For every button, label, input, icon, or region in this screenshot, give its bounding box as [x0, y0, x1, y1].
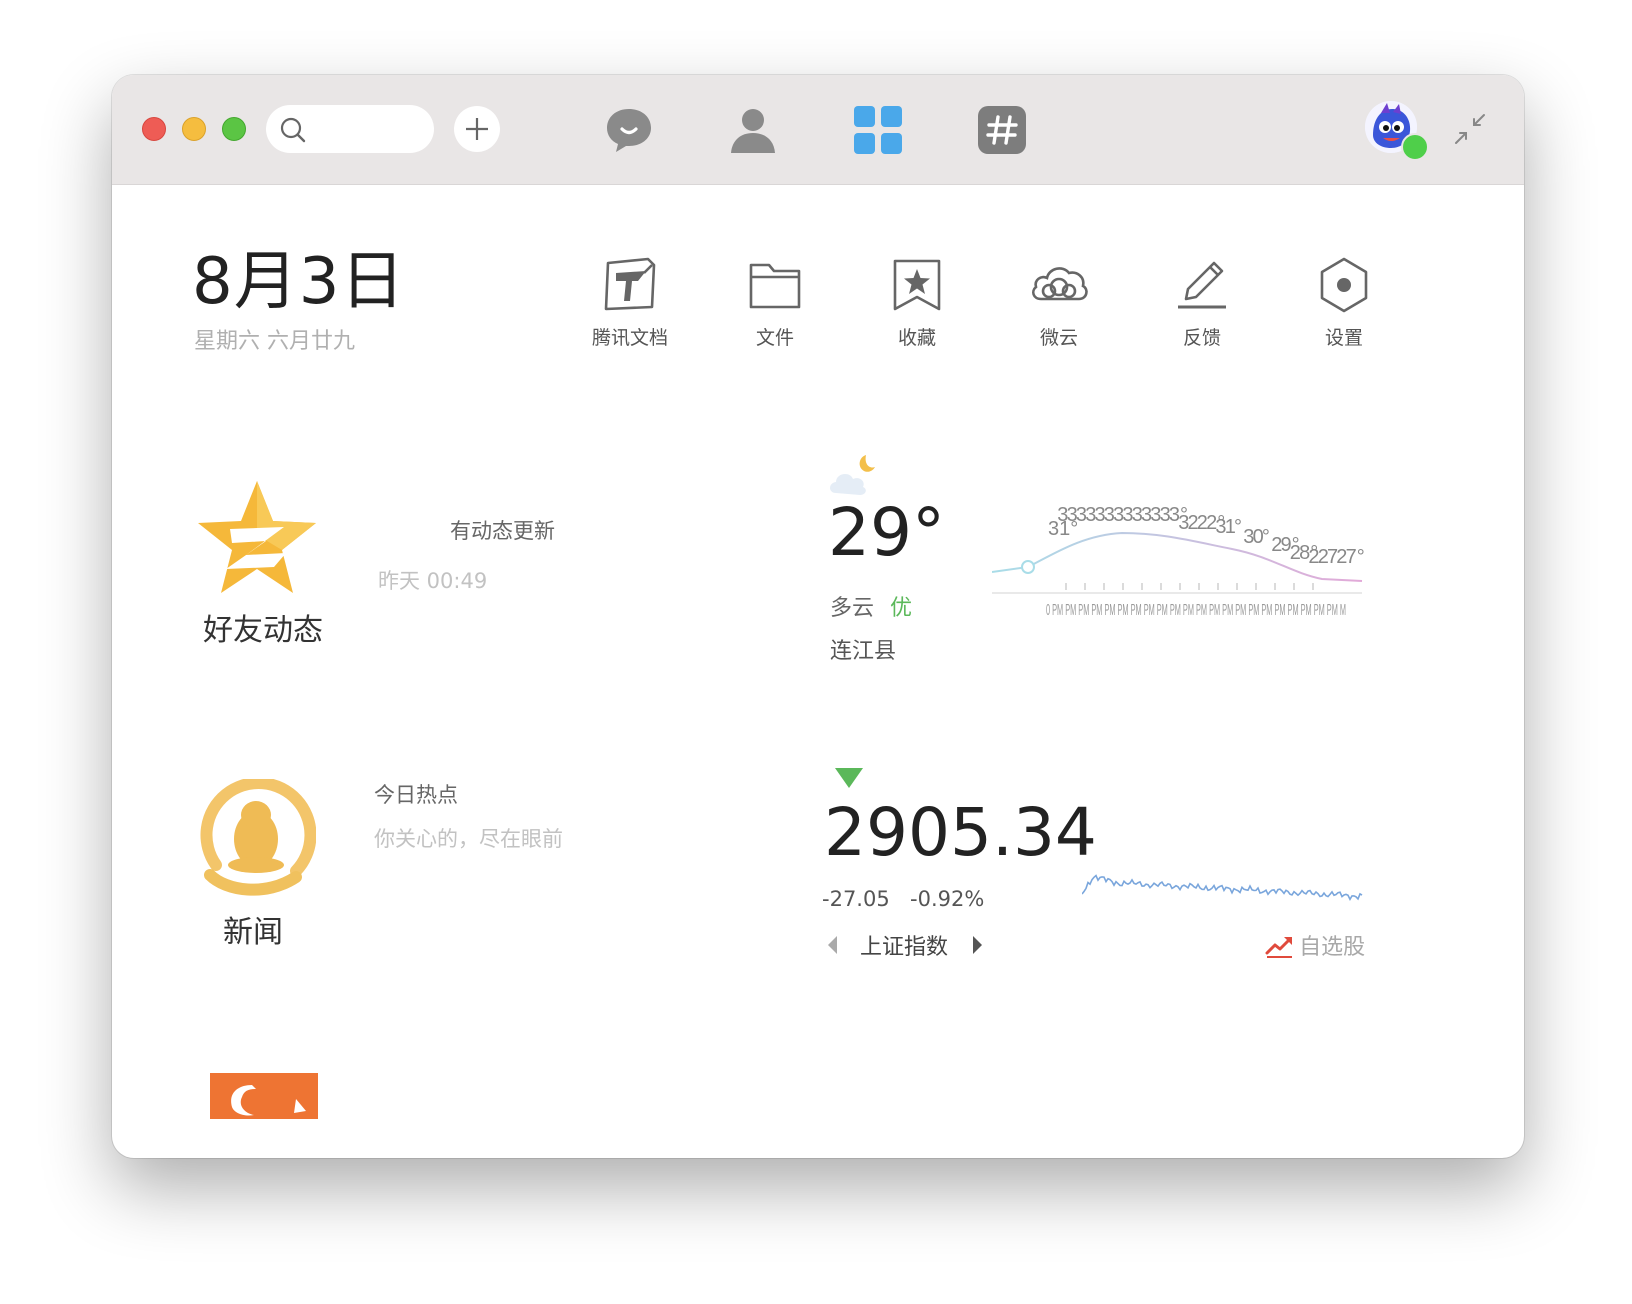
favorites-star-icon [893, 259, 941, 311]
search-box[interactable] [266, 105, 434, 153]
online-status-badge [1401, 133, 1429, 161]
apps-panel: 8月3日 星期六 六月廿九 腾讯文档 文件 收藏 微云 反馈 设置 好友动态 有… [112, 185, 1524, 1158]
qq-window: 8月3日 星期六 六月廿九 腾讯文档 文件 收藏 微云 反馈 设置 好友动态 有… [112, 75, 1524, 1158]
tool-label: 设置 [1324, 327, 1363, 349]
third-app-icon[interactable] [210, 1073, 318, 1119]
date-heading: 8月3日 [192, 245, 406, 319]
search-input[interactable] [314, 113, 428, 147]
qzone-star-icon [198, 481, 316, 593]
avatar[interactable] [1365, 101, 1429, 161]
down-trend-triangle-icon [835, 768, 863, 788]
search-icon [280, 117, 306, 143]
prev-stock-arrow-icon[interactable] [824, 933, 840, 957]
crescent-logo-icon [231, 1085, 306, 1116]
qzone-card-icon[interactable] [192, 475, 322, 605]
feedback-pencil-icon [1178, 261, 1226, 309]
watchlist-trend-icon [1265, 937, 1292, 958]
qzone-time: 昨天 00:49 [378, 569, 488, 593]
news-subtitle: 你关心的，尽在眼前 [374, 827, 563, 851]
air-quality: 优 [890, 596, 913, 621]
watchlist-link[interactable]: 自选股 [1264, 929, 1366, 960]
add-button[interactable] [454, 106, 500, 152]
tool-label: 反馈 [1182, 327, 1221, 349]
news-card-icon[interactable] [196, 777, 317, 899]
news-headline[interactable]: 今日热点 [374, 779, 458, 809]
watchlist-label: 自选股 [1299, 935, 1366, 960]
settings-hex-icon [1320, 257, 1368, 313]
tencent-docs-icon [604, 257, 656, 311]
next-stock-arrow-icon[interactable] [970, 933, 986, 957]
weather-description: 多云 [830, 596, 875, 621]
folder-icon [749, 263, 801, 309]
weiyun-cloud-icon [1031, 267, 1088, 301]
titlebar [112, 75, 1524, 185]
qzone-headline[interactable]: 有动态更新 [450, 515, 555, 545]
collapse-arrows-icon[interactable] [1452, 111, 1488, 147]
weekday-lunar-date: 星期六 六月廿九 [194, 329, 355, 354]
tool-label: 文件 [755, 327, 794, 349]
zoom-window-button[interactable] [222, 117, 246, 141]
qzone-title: 好友动态 [203, 613, 323, 648]
tool-label: 微云 [1039, 327, 1078, 349]
minimize-window-button[interactable] [182, 117, 206, 141]
close-window-button[interactable] [142, 117, 166, 141]
stock-price-line [1082, 874, 1363, 901]
tool-label: 腾讯文档 [591, 327, 668, 349]
tool-favorites[interactable]: 收藏 [857, 253, 977, 353]
tool-tencent-docs[interactable]: 腾讯文档 [570, 253, 690, 353]
stock-change-percent: -0.92% [910, 887, 985, 911]
hash-icon[interactable] [975, 103, 1029, 157]
tool-label: 收藏 [897, 327, 936, 349]
weather-city[interactable]: 连江县 [830, 633, 896, 665]
plus-icon [466, 118, 488, 140]
stock-intraday-chart [1082, 874, 1363, 901]
temperature-forecast-chart: 31°3333333333333°3222°31° 30° 29°28°22727°… [992, 504, 1365, 619]
tool-feedback[interactable]: 反馈 [1142, 253, 1262, 353]
forecast-temp-label: ° [1262, 526, 1270, 548]
contact-person-icon[interactable] [726, 103, 780, 157]
forecast-temp-label: ° [1234, 516, 1242, 538]
forecast-temp-label: 7° [1346, 546, 1365, 568]
tool-weiyun[interactable]: 微云 [999, 253, 1119, 353]
stock-change: -27.05 [822, 887, 890, 911]
stock-index-name: 上证指数 [860, 935, 949, 960]
apps-grid-icon[interactable] [851, 103, 905, 157]
news-title: 新闻 [223, 915, 283, 950]
chat-bubble-icon[interactable] [602, 103, 656, 157]
weather-temperature: 29° [828, 494, 945, 571]
forecast-time-labels: 0 PM PM PM PM PM PM PM PM PM PM PM PM PM… [1046, 602, 1346, 619]
tool-settings[interactable]: 设置 [1284, 253, 1404, 353]
stock-index-value: 2905.34 [824, 794, 1097, 871]
tool-files[interactable]: 文件 [715, 253, 835, 353]
news-penguin-icon [200, 777, 317, 896]
current-hour-marker [1021, 560, 1035, 574]
